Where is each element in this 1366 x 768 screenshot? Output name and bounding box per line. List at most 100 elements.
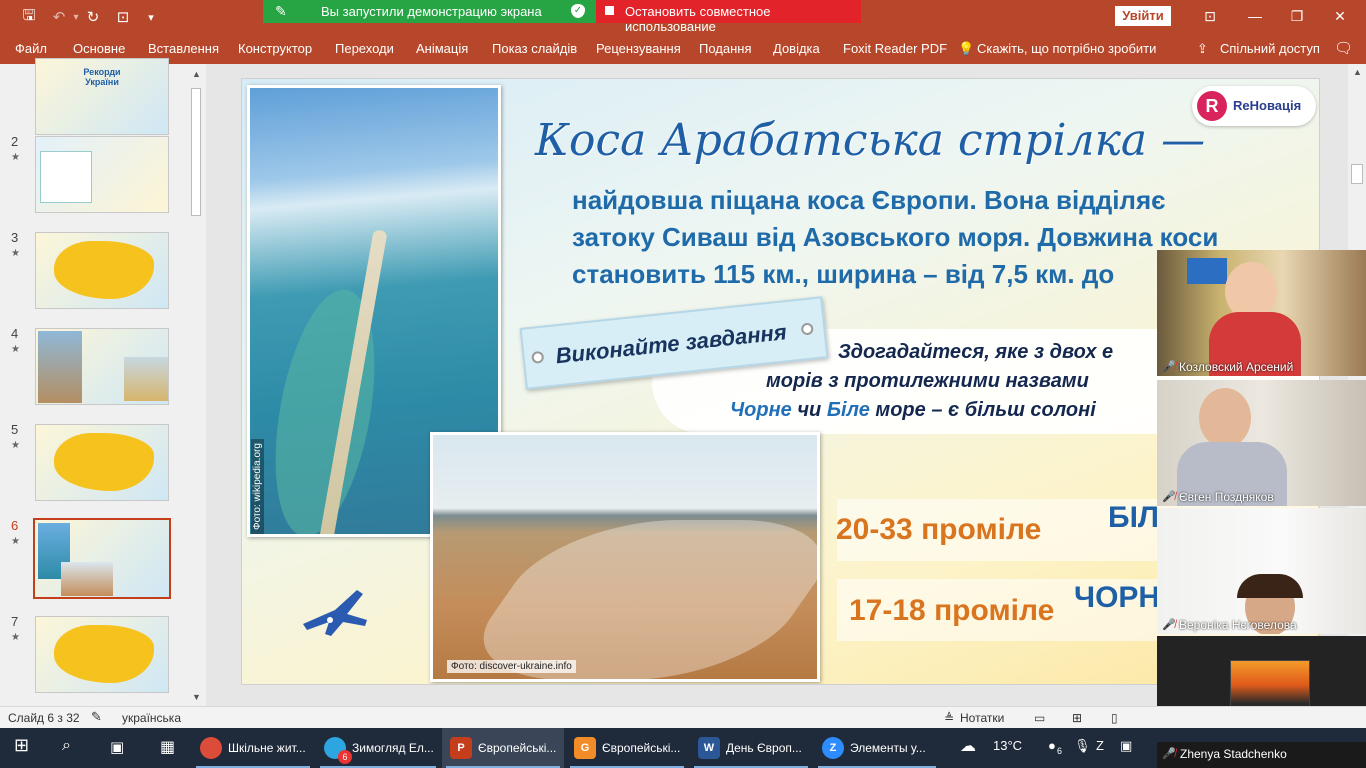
question-line: Здогадайтеся, яке з двох е [838,341,1114,363]
taskbar-app-word[interactable]: W День Європ... [690,728,812,768]
scroll-down-icon[interactable]: ▼ [192,692,201,702]
start-slideshow-icon[interactable]: ⊡ [114,8,132,26]
question-word: море – є більш солоні [875,399,1096,421]
taskbar-app-telegram[interactable]: 6 Зимогляд Ел... [316,728,440,768]
taskbar-app-label: Європейські... [478,741,557,755]
animation-star-icon: ★ [11,632,20,643]
stop-share-label: Остановить совместное использование [625,4,771,34]
slide-number: 7 [11,614,19,629]
task-view-icon[interactable]: ▣ [110,738,124,756]
reading-view-icon[interactable]: ▯ [1111,711,1118,725]
participant-name-bar: 🎤̸ Zhenya Stadchenko [1157,742,1366,768]
slide-thumbnail-4[interactable] [35,328,169,405]
customize-toolbar-icon[interactable]: ▾ [142,8,160,26]
word-icon: W [698,737,720,759]
stop-share-button[interactable]: Остановить совместное использование [596,0,861,34]
tab-home[interactable]: Основне [73,41,125,56]
ribbon-tabs: Файл Основне Вставлення Конструктор Пере… [0,34,1366,64]
slide-thumbnail-2[interactable] [35,136,169,213]
normal-view-icon[interactable]: ▭ [1034,711,1045,725]
comments-icon[interactable]: 🗨 [1334,39,1353,57]
animation-star-icon: ★ [11,536,20,547]
windows-start-icon[interactable]: ⊞ [14,735,29,756]
taskbar-app-label: Європейські... [602,741,681,755]
chrome-icon [200,737,222,759]
search-icon[interactable]: ⌕ [62,737,71,755]
powerpoint-icon: P [450,737,472,759]
tab-help[interactable]: Довідка [773,41,820,56]
ribbon-display-options-icon[interactable]: ⊡ [1198,4,1222,28]
question-line: морів з протилежними назвами [766,370,1089,392]
tab-slideshow[interactable]: Показ слайдів [492,41,577,56]
zoom-icon: Z [822,737,844,759]
task-label: Виконайте завдання [554,319,788,369]
participant-video-tile[interactable]: 🎤̸ Євген Поздняков [1157,380,1366,506]
participant-video-tile[interactable]: 🎤̸ Козловский Арсений [1157,250,1366,376]
maximize-icon[interactable]: ❐ [1285,4,1309,28]
slide-body-line: затоку Сиваш від Азовського моря. Довжин… [572,222,1219,252]
sign-in-button[interactable]: Увійти [1115,6,1171,26]
animation-star-icon: ★ [11,344,20,355]
notification-badge: 6 [338,750,352,764]
participant-name: Козловский Арсений [1179,360,1294,374]
tab-review[interactable]: Рецензування [596,41,681,56]
tab-design[interactable]: Конструктор [238,41,312,56]
weather-temperature[interactable]: 13°C [993,738,1022,753]
calculator-icon[interactable]: ▦ [160,737,175,757]
notes-icon: ≜ [944,711,955,725]
zoom-tray-icon[interactable]: Z [1096,738,1104,753]
slide-body-line: найдовша піщана коса Європи. Вона відділ… [572,185,1166,215]
animation-star-icon: ★ [11,440,20,451]
participant-video-tile[interactable]: 🎤̸ Вероніка Нєговелова [1157,508,1366,634]
tab-foxit[interactable]: Foxit Reader PDF [843,41,947,56]
lightbulb-icon: 💡 [958,41,975,56]
slide-thumbnail-3[interactable] [35,232,169,309]
slide-thumbnail-pane: Рекорди України 2 ★ 3 ★ 4 ★ 5 ★ 6 ★ 7 ★ [0,58,206,706]
pin-icon[interactable]: ✎ [275,3,287,20]
slide-thumbnail-7[interactable] [35,616,169,693]
slide-thumbnail-5[interactable] [35,424,169,501]
scrollbar-thumb[interactable] [1351,164,1363,184]
taskbar-app-foxit[interactable]: G Європейські... [566,728,688,768]
slide-number: 4 [11,326,19,341]
tab-file[interactable]: Файл [15,41,47,56]
share-button[interactable]: Спільний доступ [1220,41,1320,56]
save-icon[interactable]: 🖫 [20,7,38,26]
minimize-icon[interactable]: — [1243,4,1267,28]
slide-thumbnail-6-selected[interactable] [33,518,171,599]
scrollbar-thumb[interactable] [191,88,201,216]
scroll-up-icon[interactable]: ▲ [192,69,201,79]
redo-icon[interactable]: ↻ [84,8,102,26]
mic-muted-icon: 🎤̸ [1162,491,1176,503]
spellcheck-icon[interactable]: ✎ [91,709,102,725]
slide-thumbnail-1[interactable]: Рекорди України [35,58,169,135]
taskbar-app-zoom[interactable]: Z Элементы у... [814,728,940,768]
tab-animations[interactable]: Анімація [416,41,468,56]
microphone-icon[interactable]: 🎙 [1074,738,1091,754]
photo-beach[interactable]: Фото: discover-ukraine.info [430,432,820,682]
tray-app-icon[interactable]: ● [1048,738,1056,753]
close-icon[interactable]: ✕ [1328,4,1352,28]
language-indicator[interactable]: українська [122,711,181,725]
sea-name-white: Біле [826,399,870,421]
renovatsiya-logo: R ReНовація [1192,86,1316,126]
taskbar-app-powerpoint[interactable]: P Європейські... [442,728,564,768]
slide-counter: Слайд 6 з 32 [8,711,80,725]
tab-transitions[interactable]: Переходи [335,41,394,56]
tab-view[interactable]: Подання [699,41,752,56]
taskbar-app-chrome[interactable]: Шкільне жит... [192,728,314,768]
tray-app-icon-2[interactable]: ▣ [1120,738,1132,754]
weather-cloud-icon[interactable]: ☁ [960,736,976,756]
notes-button[interactable]: Нотатки [960,711,1004,725]
undo-icon[interactable]: ↶ [50,8,68,26]
tell-me-search[interactable]: Скажіть, що потрібно зробити [977,41,1156,56]
slide-body-line: становить 115 км., ширина – від 7,5 км. … [572,259,1115,289]
slide-number: 2 [11,134,19,149]
slide-sorter-icon[interactable]: ⊞ [1072,711,1082,725]
airplane-icon [303,590,367,636]
participant-name: Євген Поздняков [1179,490,1274,504]
tab-insert[interactable]: Вставлення [148,41,219,56]
scroll-up-icon[interactable]: ▲ [1353,67,1362,77]
undo-dropdown-icon[interactable]: ▾ [67,8,85,26]
thumbnail-scrollbar[interactable]: ▲ ▼ [188,66,204,706]
